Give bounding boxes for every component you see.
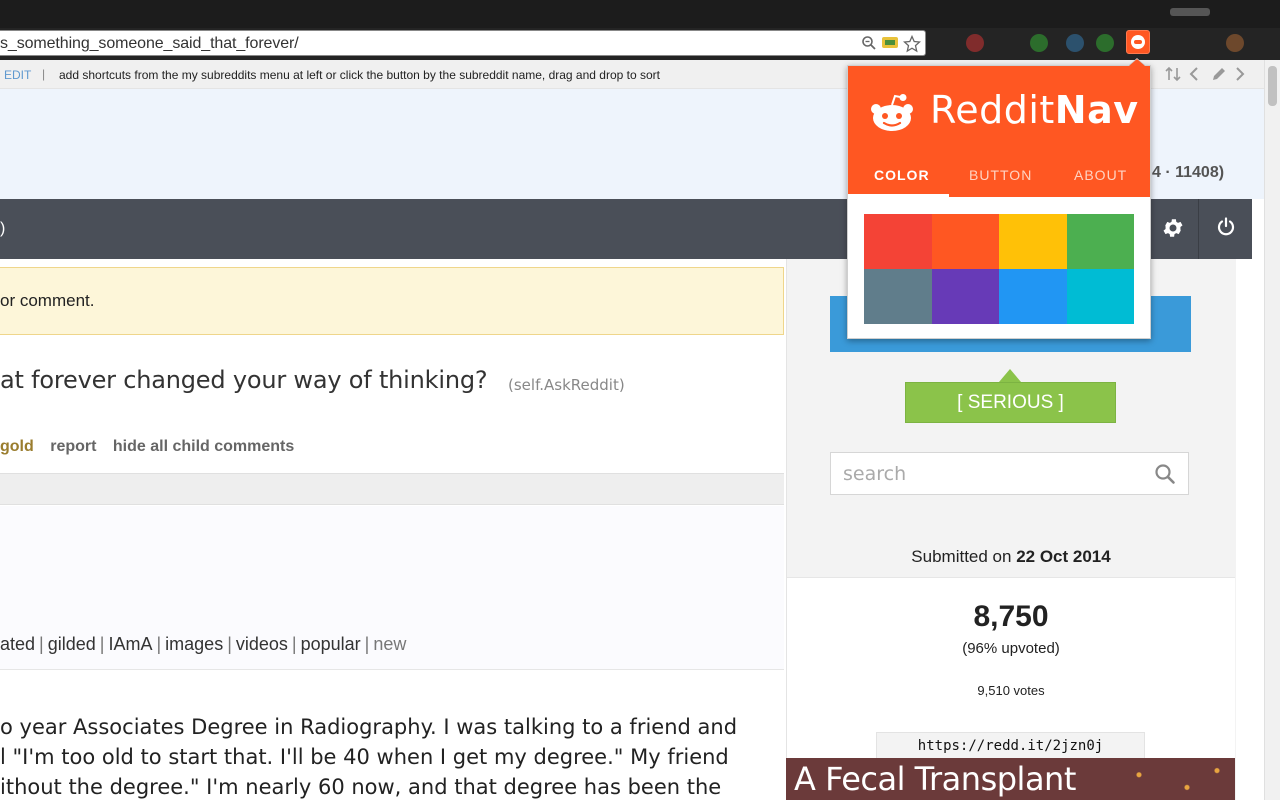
comment-line: o year Associates Degree in Radiography.… bbox=[0, 715, 738, 739]
scrollbar-thumb[interactable] bbox=[1268, 66, 1277, 106]
popup-arrow-fill bbox=[1129, 59, 1145, 66]
toolbar-divider bbox=[1198, 199, 1199, 259]
color-swatch[interactable] bbox=[931, 269, 999, 324]
post-domain[interactable]: (self.AskReddit) bbox=[508, 376, 625, 394]
extension-icon[interactable] bbox=[1030, 34, 1048, 52]
notice-text: or comment. bbox=[0, 291, 95, 310]
power-icon[interactable] bbox=[1213, 216, 1239, 242]
pencil-icon[interactable] bbox=[1210, 65, 1228, 87]
search-icon[interactable] bbox=[1154, 463, 1176, 485]
comment-body: o year Associates Degree in Radiography.… bbox=[0, 712, 745, 802]
zoom-icon[interactable] bbox=[860, 35, 878, 53]
popup-logo: RedditNav bbox=[930, 88, 1139, 132]
ad-title: A Fecal Transplant bbox=[794, 760, 1076, 798]
vote-count: 9,510 votes bbox=[977, 683, 1045, 698]
ad-decoration bbox=[1115, 758, 1235, 800]
sort-link[interactable]: popular bbox=[301, 634, 361, 654]
logo-bold: Nav bbox=[1054, 88, 1139, 132]
tab-button[interactable]: BUTTON bbox=[969, 167, 1032, 183]
upvote-ratio: (96% upvoted) bbox=[962, 640, 1060, 657]
bookmark-star-icon[interactable] bbox=[902, 34, 922, 53]
submitted-prefix: Submitted on bbox=[911, 547, 1017, 566]
submitted-date: Submitted on 22 Oct 2014 bbox=[786, 547, 1236, 567]
sort-link[interactable]: ated bbox=[0, 634, 35, 654]
sort-arrows-icon[interactable] bbox=[1164, 65, 1182, 87]
color-swatch[interactable] bbox=[864, 269, 932, 324]
extension-icon[interactable] bbox=[966, 34, 984, 52]
report-link[interactable]: report bbox=[50, 438, 96, 455]
color-swatch[interactable] bbox=[999, 214, 1067, 269]
url-text[interactable]: s_something_someone_said_that_forever/ bbox=[0, 35, 299, 53]
comment-line: l "I'm too old to start that. I'll be 40… bbox=[0, 745, 729, 769]
tab-color[interactable]: COLOR bbox=[874, 167, 930, 183]
extension-icon[interactable] bbox=[1066, 34, 1084, 52]
serious-arrow bbox=[999, 369, 1021, 382]
sort-links: ated | gilded | IAmA | images | videos | popular | n… bbox=[0, 634, 407, 654]
post-title[interactable]: at forever changed your way of thinking? bbox=[0, 366, 488, 394]
notice-box: or comment. bbox=[0, 267, 784, 335]
window-title-blur bbox=[1170, 8, 1210, 16]
post-actions: gold report hide all child comments bbox=[0, 438, 306, 456]
extension-icon[interactable] bbox=[1226, 34, 1244, 52]
address-bar[interactable]: s_something_someone_said_that_forever/ bbox=[0, 30, 926, 56]
extension-badge-icon[interactable] bbox=[881, 35, 899, 53]
sort-link-current[interactable]: new bbox=[373, 634, 406, 654]
sidebar-ad[interactable]: A Fecal Transplant bbox=[786, 758, 1235, 800]
post-score: 8,750 bbox=[973, 600, 1049, 633]
extension-icon[interactable] bbox=[1096, 34, 1114, 52]
extension-icons bbox=[930, 30, 1280, 56]
hide-child-comments-link[interactable]: hide all child comments bbox=[113, 438, 294, 455]
color-swatch[interactable] bbox=[1066, 214, 1134, 269]
search-input[interactable] bbox=[843, 462, 1143, 486]
color-swatch[interactable] bbox=[931, 214, 999, 269]
edit-subreddits-link[interactable]: EDIT bbox=[4, 68, 31, 82]
color-swatch[interactable] bbox=[864, 214, 932, 269]
gold-link[interactable]: gold bbox=[0, 438, 34, 455]
logo-regular: Reddit bbox=[930, 88, 1055, 132]
chevron-left-icon[interactable] bbox=[1187, 65, 1201, 87]
separator: | bbox=[42, 67, 46, 81]
sort-link[interactable]: IAmA bbox=[108, 634, 152, 654]
sort-link[interactable]: gilded bbox=[48, 634, 96, 654]
reddit-alien-icon bbox=[870, 93, 914, 133]
chevron-right-icon[interactable] bbox=[1233, 65, 1247, 87]
comment-line: ithout the degree." I'm nearly 60 now, a… bbox=[0, 775, 722, 799]
reddit-nav-extension-icon[interactable] bbox=[1126, 30, 1150, 54]
sort-link[interactable]: images bbox=[165, 634, 223, 654]
color-swatch[interactable] bbox=[999, 269, 1067, 324]
tab-about[interactable]: ABOUT bbox=[1074, 167, 1127, 183]
user-karma: 4 · 11408) bbox=[1152, 164, 1225, 181]
shortlink[interactable]: https://redd.it/2jzn0j bbox=[876, 732, 1145, 760]
serious-tag-button[interactable]: [ SERIOUS ] bbox=[905, 382, 1116, 423]
color-swatch[interactable] bbox=[1066, 269, 1134, 324]
gear-icon[interactable] bbox=[1160, 216, 1186, 242]
subreddit-bar-tip: add shortcuts from the my subreddits men… bbox=[59, 68, 660, 82]
search-box[interactable] bbox=[830, 452, 1189, 495]
color-swatches bbox=[864, 214, 1134, 324]
section-divider bbox=[0, 473, 784, 505]
submitted-date-value: 22 Oct 2014 bbox=[1016, 547, 1111, 566]
sort-link[interactable]: videos bbox=[236, 634, 288, 654]
dark-toolbar-text: ) bbox=[0, 220, 6, 237]
active-tab-indicator bbox=[848, 194, 949, 197]
browser-titlebar bbox=[0, 0, 1280, 28]
scrollbar[interactable] bbox=[1264, 60, 1280, 800]
